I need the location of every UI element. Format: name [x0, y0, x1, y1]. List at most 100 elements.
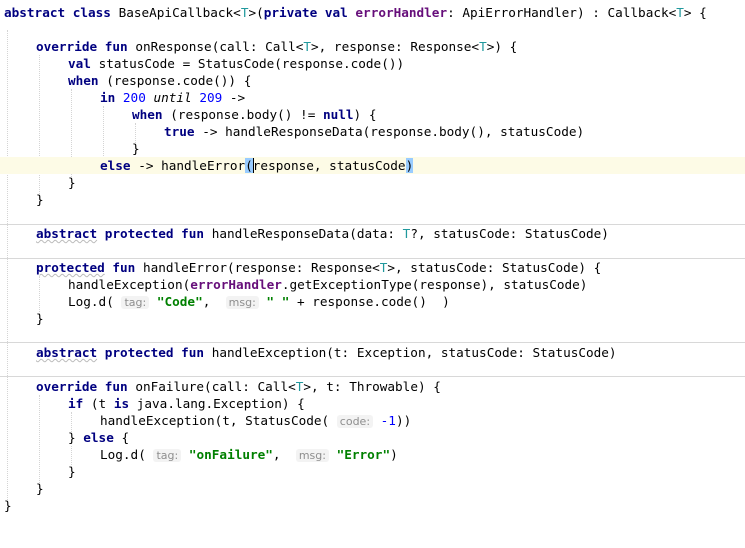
infix-function: until	[153, 90, 192, 105]
code-text: >, statusCode: StatusCode) {	[387, 260, 602, 275]
code-line[interactable]: when (response.body() != null) {	[0, 106, 745, 123]
code-text: }	[36, 192, 44, 207]
number-literal: 209	[199, 90, 223, 105]
code-text: ,	[202, 294, 211, 309]
string-literal: "onFailure"	[188, 447, 273, 462]
current-code-line[interactable]: else -> handleError(response, statusCode…	[0, 157, 745, 174]
keyword: when	[132, 107, 163, 122]
code-line[interactable]: true -> handleResponseData(response.body…	[0, 123, 745, 140]
type-parameter: T	[303, 39, 312, 54]
keyword: protected	[104, 226, 174, 241]
code-text: >, t: Throwable) {	[303, 379, 441, 394]
keyword: true	[164, 124, 195, 139]
text-caret	[253, 158, 254, 173]
string-literal: " "	[266, 294, 290, 309]
code-line[interactable]: Log.d( tag: "onFailure", msg: "Error")	[0, 446, 745, 463]
keyword: null	[322, 107, 354, 122]
code-text: {	[121, 430, 130, 445]
keyword: fun	[104, 39, 128, 54]
code-line[interactable]: in 200 until 209 ->	[0, 89, 745, 106]
code-editor[interactable]: abstract class BaseApiCallback< T >(privat…	[0, 0, 745, 524]
code-line[interactable]: override fun onFailure(call: Call<T>, t:…	[0, 378, 745, 395]
code-text: .getExceptionType(response), statusCode)	[281, 277, 588, 292]
code-text: -> handleResponseData(response.body(), s…	[202, 124, 585, 139]
code-text: }	[4, 498, 12, 513]
code-text: ,	[272, 447, 281, 462]
parameter-hint: msg:	[295, 449, 329, 462]
code-line[interactable]: }	[0, 463, 745, 480]
type-parameter: T	[479, 39, 487, 54]
code-line[interactable]: } else {	[0, 429, 745, 446]
code-text: Log.d(	[100, 447, 146, 462]
keyword: if	[68, 396, 84, 411]
keyword: protected	[104, 345, 174, 360]
code-line[interactable]: val statusCode = StatusCode(response.cod…	[0, 55, 745, 72]
code-line[interactable]: }	[0, 310, 745, 327]
code-line[interactable]: abstract class BaseApiCallback< T >(privat…	[0, 4, 745, 21]
code-line[interactable]: abstract protected fun handleResponseDat…	[0, 225, 745, 242]
keyword: val	[324, 5, 348, 20]
parameter-hint: tag:	[121, 296, 150, 309]
code-text: >, response: Response<	[311, 39, 480, 54]
method-separator	[0, 376, 745, 377]
keyword: else	[83, 430, 114, 445]
keyword: private	[263, 5, 318, 20]
string-literal: "Error"	[336, 447, 391, 462]
code-line[interactable]: Log.d( tag: "Code", msg: " " + response.…	[0, 293, 745, 310]
code-text: >) {	[486, 39, 518, 54]
code-text: handleResponseData(data:	[211, 226, 403, 241]
keyword: abstract	[4, 5, 66, 20]
code-text: (response.body() !=	[170, 107, 323, 122]
keyword: fun	[181, 226, 205, 241]
property-name: errorHandler	[355, 5, 448, 20]
code-text: java.lang.Exception) {	[136, 396, 305, 411]
keyword: else	[100, 158, 131, 173]
matched-paren: )	[405, 158, 414, 173]
code-text: handleException(t, StatusCode(	[100, 413, 330, 428]
code-line[interactable]: }	[0, 174, 745, 191]
keyword: in	[100, 90, 116, 105]
code-text: BaseApiCallback<	[118, 5, 241, 20]
code-text: }	[36, 481, 44, 496]
code-text: >(	[248, 5, 264, 20]
property-name: errorHandler	[190, 277, 282, 292]
keyword: override	[36, 39, 98, 54]
code-text: Log.d(	[68, 294, 114, 309]
code-line[interactable]: }	[0, 140, 745, 157]
method-separator	[0, 342, 745, 343]
keyword: protected	[36, 260, 105, 275]
code-text: onFailure(call: Call<	[135, 379, 296, 394]
keyword: fun	[181, 345, 205, 360]
code-text: ))	[395, 413, 412, 428]
code-line[interactable]: }	[0, 497, 745, 514]
code-text: handleException(	[68, 277, 191, 292]
code-text: }	[68, 175, 76, 190]
parameter-hint: msg:	[225, 296, 259, 309]
keyword: class	[72, 5, 111, 20]
code-text: }	[132, 141, 140, 156]
code-line[interactable]: }	[0, 480, 745, 497]
code-line[interactable]: if (t is java.lang.Exception) {	[0, 395, 745, 412]
keyword: is	[113, 396, 130, 411]
keyword: val	[68, 56, 91, 71]
code-text: : ApiErrorHandler) : Callback<	[447, 5, 677, 20]
code-text: ?, statusCode: StatusCode)	[410, 226, 609, 241]
code-text: )	[390, 447, 398, 462]
code-text: ->	[229, 90, 246, 105]
parameter-hint: code:	[336, 415, 374, 428]
code-text: handleException(t: Exception, statusCode…	[211, 345, 617, 360]
number-literal: -1	[380, 413, 396, 428]
code-line[interactable]: }	[0, 191, 745, 208]
code-text: ) {	[353, 107, 377, 122]
code-text: + response.code() )	[296, 294, 450, 309]
code-line[interactable]: handleException(errorHandler.getExceptio…	[0, 276, 745, 293]
code-line[interactable]: override fun onResponse(call: Call<T>, r…	[0, 38, 745, 55]
keyword: when	[68, 73, 99, 88]
keyword: fun	[112, 260, 136, 275]
code-text: }	[68, 464, 76, 479]
code-line[interactable]: abstract protected fun handleException(t…	[0, 344, 745, 361]
code-line[interactable]: protected fun handleError(response: Resp…	[0, 259, 745, 276]
code-line[interactable]: handleException(t, StatusCode( code: -1)…	[0, 412, 745, 429]
code-text: -> handleError	[138, 158, 246, 173]
code-line[interactable]: when (response.code()) {	[0, 72, 745, 89]
